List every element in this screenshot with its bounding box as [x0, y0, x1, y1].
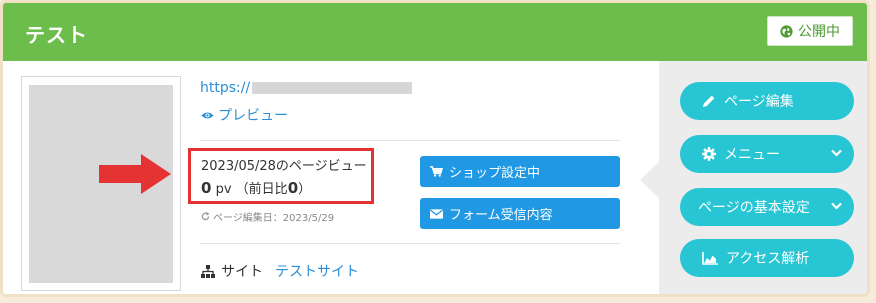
gear-icon: [702, 147, 716, 161]
eye-icon: [201, 111, 214, 119]
sitemap-icon: [201, 264, 215, 278]
menu-button[interactable]: メニュー: [680, 135, 854, 173]
analytics-label: アクセス解析: [726, 251, 810, 267]
shop-settings-label: ショップ設定中: [449, 166, 541, 181]
page-title: テスト: [25, 23, 88, 47]
page-updated-date: ページ編集日：2023/5/29: [201, 209, 334, 224]
refresh-icon: [201, 212, 210, 221]
globe-icon: [780, 24, 793, 38]
page-updated-label: ページ編集日：2023/5/29: [213, 213, 335, 224]
divider: [200, 140, 620, 141]
page-url-text: https://: [200, 80, 251, 96]
status-badge[interactable]: 公開中: [767, 16, 853, 46]
pageview-compare-suffix: ）: [298, 182, 312, 197]
pencil-icon: [703, 95, 715, 107]
page-card: テスト 公開中 https:// プレビュー 2023/05/28のページビュー…: [0, 0, 870, 297]
pageview-unit: pv: [215, 182, 232, 197]
chevron-down-icon: [831, 149, 842, 157]
status-label: 公開中: [798, 24, 840, 40]
shop-settings-button[interactable]: ショップ設定中: [420, 156, 620, 187]
page-edit-label: ページ編集: [724, 94, 794, 110]
page-body: https:// プレビュー 2023/05/28のページビュー 0 pv （前…: [3, 61, 867, 294]
arrow-right-icon: [99, 154, 171, 194]
site-link[interactable]: テストサイト: [275, 261, 359, 281]
redacted-url: [252, 82, 413, 94]
sidebar-pointer: [640, 162, 659, 198]
preview-link[interactable]: プレビュー: [201, 105, 288, 125]
analytics-button[interactable]: アクセス解析: [680, 239, 854, 277]
page-settings-label: ページの基本設定: [698, 200, 810, 216]
cart-icon: [430, 166, 443, 177]
menu-label: メニュー: [724, 147, 780, 163]
preview-label: プレビュー: [218, 108, 288, 124]
form-submissions-button[interactable]: フォーム受信内容: [420, 198, 620, 229]
pageview-compare-prefix: （前日比: [235, 182, 288, 197]
page-url[interactable]: https://: [200, 80, 413, 96]
pageview-compare-value: 0: [287, 179, 299, 197]
divider: [200, 243, 620, 244]
envelope-icon: [430, 208, 443, 219]
site-label: サイト: [221, 264, 263, 280]
pageview-count-value: 0: [201, 179, 212, 197]
page-settings-button[interactable]: ページの基本設定: [680, 188, 854, 226]
form-submissions-label: フォーム受信内容: [449, 208, 553, 223]
site-info: サイト テストサイト: [201, 261, 359, 281]
page-edit-button[interactable]: ページ編集: [680, 82, 854, 120]
pageview-date-label: 2023/05/28のページビュー: [201, 159, 367, 174]
pageview-count: 0 pv （前日比0）: [201, 178, 311, 197]
page-header: テスト 公開中: [3, 3, 867, 61]
area-chart-icon: [702, 251, 718, 265]
chevron-down-icon: [831, 202, 842, 210]
